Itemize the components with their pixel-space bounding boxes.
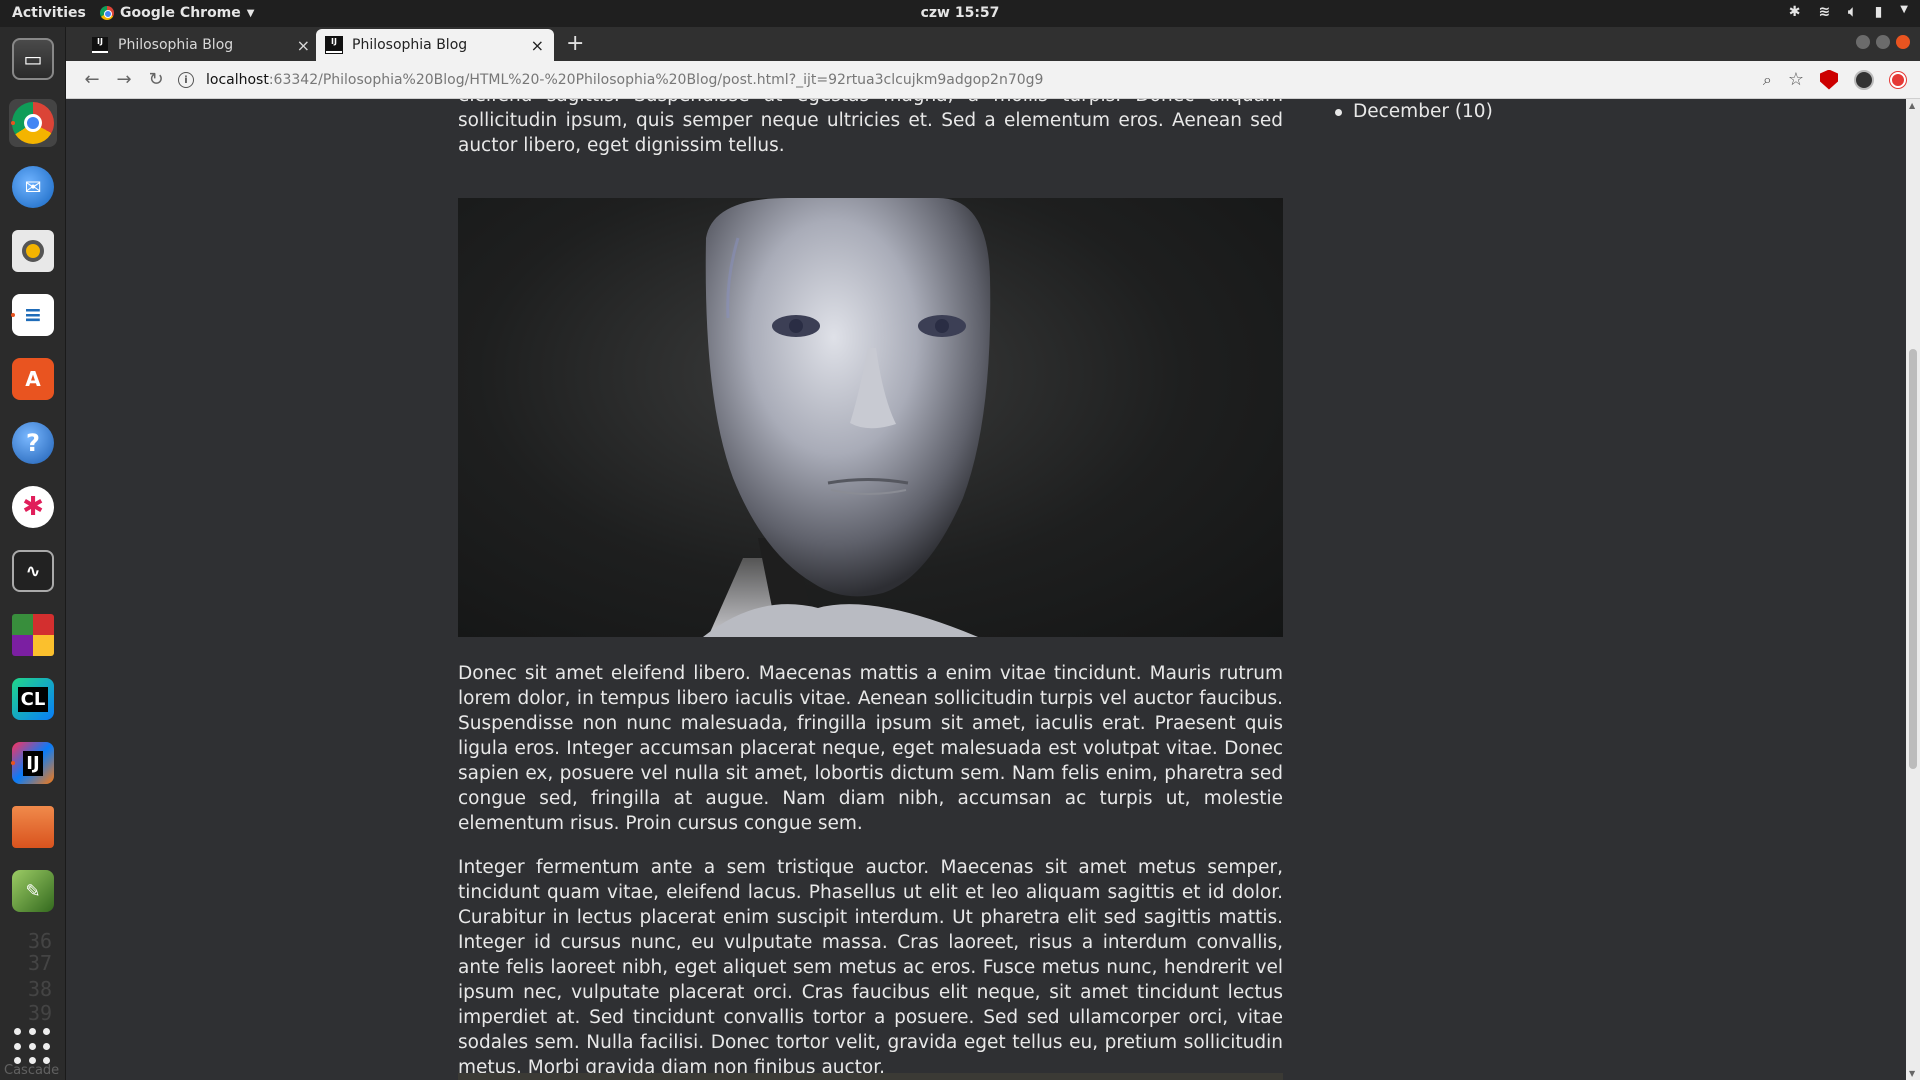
close-icon[interactable]: × [297,36,310,55]
clion-icon: CL [12,678,54,720]
show-applications-icon[interactable] [14,1028,52,1066]
dock-folder[interactable] [9,803,57,851]
back-button[interactable]: ← [76,69,108,90]
url-path: :63342/Philosophia%20Blog/HTML%20-%20Phi… [268,72,1044,88]
line-number: 39 [28,1001,53,1025]
address-bar[interactable]: i localhost:63342/Philosophia%20Blog/HTM… [178,65,1778,95]
running-indicator [11,313,15,317]
chevron-down-icon: ▼ [246,7,255,19]
speaker-icon [12,230,54,272]
profile-avatar[interactable] [1854,69,1874,90]
url-host: localhost [206,72,269,88]
system-status-area[interactable]: ✱ ≋ 🔈︎ ▮ ▼ [1789,4,1908,20]
software-bag-icon: A [12,358,54,400]
dock-clion[interactable]: CL [9,675,57,723]
scroll-down-icon[interactable]: ▼ [1909,1069,1915,1078]
activity-graph-icon: ∿ [12,550,54,592]
slack-icon: ✱ [12,486,54,528]
drawer-icon: ▭ [12,38,54,80]
scrollbar-thumb[interactable] [1909,349,1917,769]
dock-system-monitor[interactable]: ∿ [9,547,57,595]
page-viewport: eleifend sagittis. Suspendisse at egesta… [66,99,1906,1080]
article-paragraph: Integer fermentum ante a sem tristique a… [458,857,1283,1078]
gnome-top-bar: Activities Google Chrome ▼ czw 15:57 ✱ ≋… [0,0,1920,27]
ublock-extension-icon[interactable] [1820,69,1838,90]
window-controls [1856,35,1910,49]
robot-image [458,198,1283,637]
dock-thunderbird[interactable]: ✉ [9,163,57,211]
wifi-icon: ≋ [1818,4,1831,20]
article-paragraph: eleifend sagittis. Suspendisse at egesta… [458,99,1283,156]
archive-item-december[interactable]: December (10) [1331,99,1493,124]
color-blocks-icon [12,614,54,656]
volume-icon: 🔈︎ [1848,4,1857,20]
chrome-toolbar: ← → ↻ i localhost:63342/Philosophia%20Bl… [66,61,1920,99]
intellij-favicon-icon: IJ [92,37,108,53]
archive-sidebar: December (10) [1331,99,1493,124]
help-icon: ? [12,422,54,464]
minimize-button[interactable] [1856,35,1870,49]
article-paragraph: Donec sit amet eleifend libero. Maecenas… [458,663,1283,834]
scroll-up-icon[interactable]: ▲ [1909,101,1915,110]
chrome-tab-strip: IJ Philosophia Blog × IJ Philosophia Blo… [66,27,1920,61]
archive-list: December (10) [1331,99,1493,124]
tab-philosophia-blog-1[interactable]: IJ Philosophia Blog × [82,29,320,61]
dock-ubuntu-software[interactable]: A [9,355,57,403]
chrome-icon [12,102,54,144]
dock-google-chrome[interactable] [9,99,57,147]
activities-button[interactable]: Activities [12,5,86,21]
tab-philosophia-blog-2[interactable]: IJ Philosophia Blog × [316,29,554,61]
mail-icon: ✉ [12,166,54,208]
chevron-down-icon: ▼ [1900,4,1908,15]
dock-help[interactable]: ? [9,419,57,467]
close-icon[interactable]: × [531,36,544,55]
toolbar-actions: ⌕ ☆ [1763,69,1906,90]
extension-icon[interactable] [1890,71,1906,88]
bookmark-star-icon[interactable]: ☆ [1788,69,1804,90]
forward-button[interactable]: → [108,69,140,90]
line-number: 36 [28,929,53,953]
document-icon: ≡ [12,294,54,336]
next-image-edge [458,1073,1283,1080]
intellij-favicon-icon: IJ [326,37,342,53]
clock[interactable]: czw 15:57 [921,5,1000,21]
info-icon[interactable]: i [178,72,194,88]
dock-libreoffice-writer[interactable]: ≡ [9,291,57,339]
dock-rhythmbox[interactable] [9,227,57,275]
reload-button[interactable]: ↻ [140,69,172,90]
intellij-icon: IJ [12,742,54,784]
new-tab-button[interactable]: + [566,31,584,56]
running-indicator [11,121,15,125]
running-indicator [11,761,15,765]
bluetooth-icon: ✱ [1788,4,1801,20]
chrome-icon [100,6,114,20]
dock-slack[interactable]: ✱ [9,483,57,531]
tab-title: Philosophia Blog [352,37,468,53]
robot-head-illustration [703,198,991,637]
maximize-button[interactable] [1876,35,1890,49]
line-number: 37 [28,951,53,975]
battery-icon: ▮ [1874,4,1883,20]
dock-color-app[interactable] [9,611,57,659]
tab-title: Philosophia Blog [118,37,234,53]
dock-files-manager[interactable]: ▭ [9,35,57,83]
zoom-icon[interactable]: ⌕ [1763,70,1772,90]
line-number: 38 [28,977,53,1001]
folder-icon [12,806,54,848]
ubuntu-dock: ▭ ✉ ≡ A ? ✱ ∿ CL IJ ✎ 36 37 38 39 Cascad… [0,27,66,1080]
app-menu[interactable]: Google Chrome ▼ [100,5,254,21]
cascade-label: Cascade [4,1063,60,1078]
close-window-button[interactable] [1896,35,1910,49]
notepad-icon: ✎ [12,870,54,912]
page-scrollbar[interactable]: ▲ ▼ [1906,99,1920,1080]
app-menu-label: Google Chrome [120,5,241,21]
dock-intellij-idea[interactable]: IJ [9,739,57,787]
dock-gnome-pie[interactable]: ✎ [9,867,57,915]
